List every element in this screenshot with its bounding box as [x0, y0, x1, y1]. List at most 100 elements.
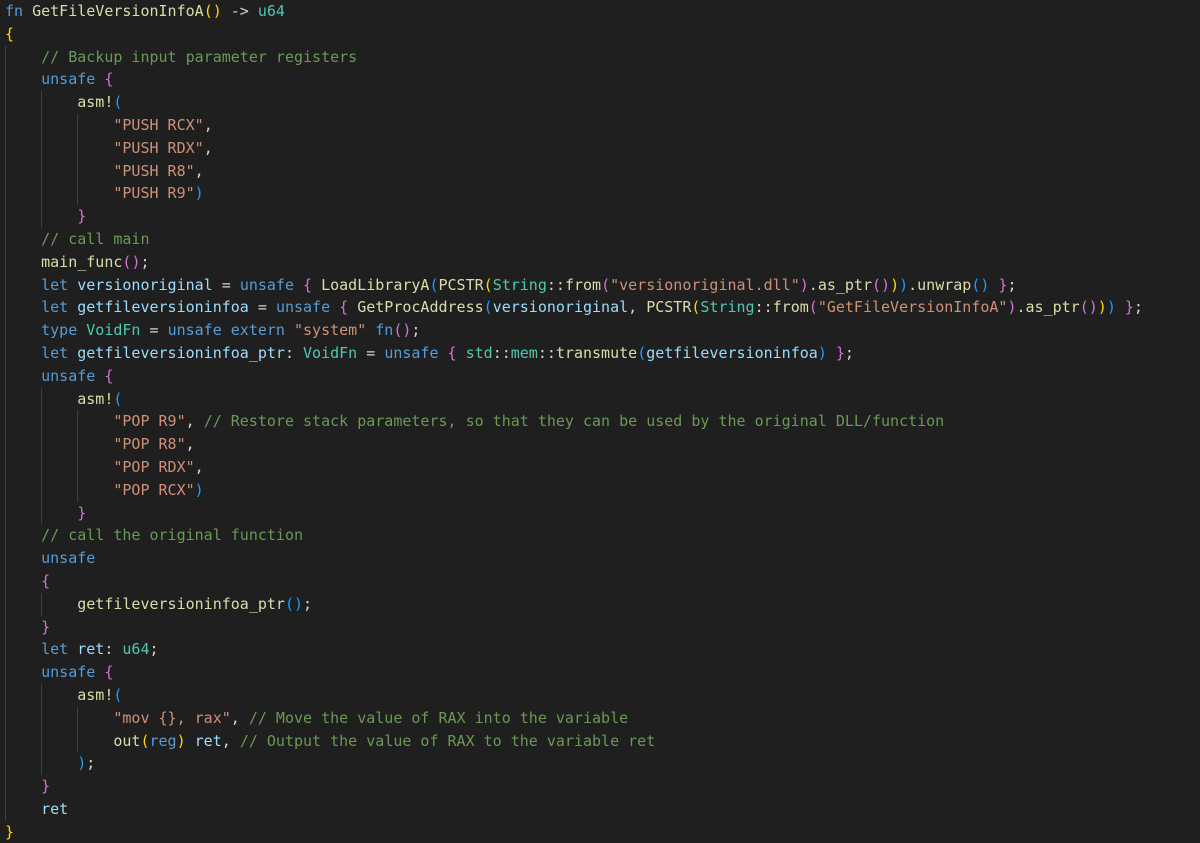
code-line[interactable]: type VoidFn = unsafe extern "system" fn(…	[0, 319, 1200, 342]
code-token: VoidFn	[303, 343, 358, 362]
code-token: {	[5, 24, 15, 43]
code-token: )	[1097, 298, 1107, 317]
code-line[interactable]: let getfileversioninfoa = unsafe { GetPr…	[0, 296, 1200, 320]
indent-guide	[5, 501, 6, 525]
code-token: fn	[5, 2, 24, 20]
code-token: "PUSH RDX"	[113, 138, 204, 157]
code-line[interactable]: "POP R9", // Restore stack parameters, s…	[0, 410, 1200, 434]
code-line[interactable]: asm!(	[0, 683, 1200, 707]
code-line[interactable]: }	[0, 615, 1200, 639]
code-token: {	[447, 343, 457, 362]
code-line[interactable]: out(reg) ret, // Output the value of RAX…	[0, 729, 1200, 753]
code-token: =	[248, 298, 276, 317]
code-token: ,	[194, 161, 204, 180]
code-line[interactable]: main_func();	[0, 250, 1200, 274]
code-line[interactable]: unsafe	[0, 547, 1200, 570]
code-line[interactable]: }	[0, 821, 1200, 843]
code-line[interactable]: "PUSH R8",	[0, 159, 1200, 183]
code-token: ::	[754, 298, 773, 317]
code-token: asm!	[77, 685, 114, 704]
code-line[interactable]: unsafe {	[0, 364, 1200, 388]
code-token: }	[835, 343, 845, 362]
code-line[interactable]: "POP RCX")	[0, 478, 1200, 502]
indent-guide	[5, 159, 6, 183]
code-line[interactable]: let ret: u64;	[0, 638, 1200, 662]
code-line[interactable]: ret	[0, 797, 1200, 821]
code-line[interactable]: "PUSH RCX",	[0, 113, 1200, 137]
code-token: mem	[510, 343, 538, 362]
code-line[interactable]: // Backup input parameter registers	[0, 45, 1200, 69]
code-token: getfileversioninfoa_ptr	[77, 343, 285, 362]
code-line[interactable]: "PUSH R9")	[0, 182, 1200, 206]
code-token: "system"	[294, 321, 367, 340]
indent-guide	[41, 683, 43, 707]
code-line[interactable]: let getfileversioninfoa_ptr: VoidFn = un…	[0, 341, 1200, 365]
code-token: ;	[149, 640, 159, 659]
code-token: u64	[257, 2, 285, 20]
code-line[interactable]: getfileversioninfoa_ptr();	[0, 592, 1200, 616]
code-line[interactable]: }	[0, 501, 1200, 525]
code-line[interactable]: "mov {}, rax", // Move the value of RAX …	[0, 706, 1200, 730]
code-token: ;	[844, 343, 854, 362]
code-token: "POP R8"	[113, 435, 186, 454]
code-token: (	[637, 343, 647, 362]
indent-guide	[5, 797, 6, 821]
code-token: "mov {}, rax"	[113, 708, 231, 727]
code-token: as_ptr	[817, 275, 872, 294]
code-line[interactable]: "PUSH RDX",	[0, 136, 1200, 160]
code-line[interactable]: asm!(	[0, 91, 1200, 114]
code-token: (	[284, 594, 294, 613]
code-line[interactable]: }	[0, 205, 1200, 228]
code-token: versionoriginal	[492, 298, 629, 317]
code-token: (	[140, 731, 150, 750]
code-token: )	[77, 754, 87, 773]
code-editor[interactable]: fn GetFileVersionInfoA() -> u64{ // Back…	[0, 0, 1200, 841]
code-token: "POP R9"	[113, 412, 186, 431]
indent-guide	[41, 182, 43, 206]
code-token: (	[113, 685, 123, 704]
code-token: ret	[41, 799, 69, 818]
code-token: .	[1016, 298, 1026, 317]
code-line[interactable]: {	[0, 23, 1200, 46]
code-token: ::	[537, 343, 556, 362]
code-line[interactable]: unsafe {	[0, 661, 1200, 684]
code-line[interactable]: // call main	[0, 227, 1200, 251]
code-line[interactable]: "POP RDX",	[0, 455, 1200, 479]
code-token: ::	[492, 343, 511, 362]
code-line[interactable]: );	[0, 752, 1200, 776]
code-line[interactable]: }	[0, 775, 1200, 798]
code-token: reg	[149, 731, 177, 750]
indent-guide	[5, 524, 6, 548]
code-token: ,	[203, 115, 213, 134]
code-token: )	[817, 343, 827, 362]
code-line[interactable]: // call the original function	[0, 524, 1200, 548]
code-token: ,	[203, 138, 213, 157]
code-token: )	[1007, 298, 1017, 317]
code-line[interactable]: fn GetFileVersionInfoA() -> u64	[0, 0, 1200, 23]
code-line[interactable]: {	[0, 569, 1200, 593]
code-token: ret	[77, 640, 105, 659]
code-token: extern	[230, 321, 285, 340]
code-token: u64	[122, 640, 150, 659]
code-token: fn	[375, 321, 394, 340]
indent-guide	[5, 569, 6, 593]
code-token: out	[113, 731, 141, 750]
code-line[interactable]: "POP R8",	[0, 433, 1200, 456]
code-line[interactable]: unsafe {	[0, 68, 1200, 92]
indent-guide	[5, 706, 6, 730]
code-line[interactable]: asm!(	[0, 387, 1200, 411]
code-line[interactable]: let versionoriginal = unsafe { LoadLibra…	[0, 273, 1200, 297]
indent-guide	[5, 410, 6, 434]
